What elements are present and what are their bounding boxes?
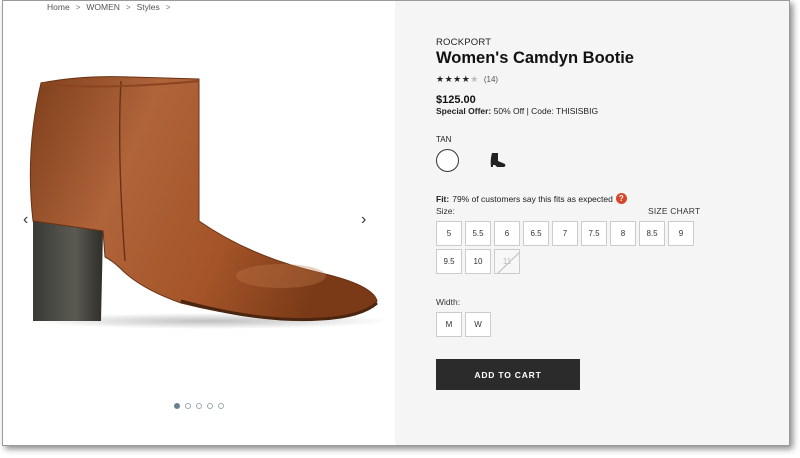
width-option-w[interactable]: W <box>465 312 491 337</box>
size-option-7[interactable]: 7 <box>552 221 578 246</box>
carousel-dot[interactable] <box>196 403 202 409</box>
size-chart-link[interactable]: SIZE CHART <box>648 206 700 216</box>
fit-info: Fit: 79% of customers say this fits as e… <box>436 193 627 204</box>
size-option-6-5[interactable]: 6.5 <box>523 221 549 246</box>
carousel-dot[interactable] <box>174 403 180 409</box>
width-option-m[interactable]: M <box>436 312 462 337</box>
help-icon[interactable]: ? <box>615 193 627 204</box>
add-to-cart-button[interactable]: ADD TO CART <box>436 359 580 390</box>
color-swatch-tan[interactable] <box>436 149 459 172</box>
carousel-dot[interactable] <box>207 403 213 409</box>
chevron-right-icon: > <box>165 2 171 12</box>
size-option-6[interactable]: 6 <box>494 221 520 246</box>
size-option-8[interactable]: 8 <box>610 221 636 246</box>
offer-label: Special Offer: <box>436 106 492 116</box>
breadcrumb-home[interactable]: Home <box>47 2 70 12</box>
product-image-boot <box>29 76 391 329</box>
boot-thumbnail-icon[interactable] <box>489 152 507 168</box>
size-options: 5 5.5 6 6.5 7 7.5 8 8.5 9 9.5 10 11 <box>436 221 694 274</box>
offer-text: 50% Off | Code: THISISBIG <box>493 106 599 116</box>
product-price: $125.00 <box>436 94 476 106</box>
carousel-dot[interactable] <box>185 403 191 409</box>
size-option-7-5[interactable]: 7.5 <box>581 221 607 246</box>
breadcrumb-women[interactable]: WOMEN <box>86 2 120 12</box>
rating-stars-icon: ★★★★★ <box>436 74 479 85</box>
width-options: M W <box>436 312 491 337</box>
fit-label: Fit: <box>436 193 450 204</box>
size-option-9[interactable]: 9 <box>668 221 694 246</box>
chevron-right-icon: > <box>75 2 81 12</box>
size-option-5[interactable]: 5 <box>436 221 462 246</box>
page-frame: Home > WOMEN > Styles > ‹ › ROCKPORT Wom… <box>2 0 790 446</box>
breadcrumb: Home > WOMEN > Styles > <box>47 2 170 12</box>
breadcrumb-styles[interactable]: Styles <box>137 2 160 12</box>
review-count[interactable]: (14) <box>484 75 498 84</box>
size-option-8-5[interactable]: 8.5 <box>639 221 665 246</box>
size-option-11-unavailable: 11 <box>494 249 520 274</box>
product-gallery: Home > WOMEN > Styles > ‹ › <box>3 1 395 445</box>
carousel-dot[interactable] <box>218 403 224 409</box>
special-offer: Special Offer: 50% Off | Code: THISISBIG <box>436 106 598 116</box>
fit-text: 79% of customers say this fits as expect… <box>452 193 613 204</box>
size-option-10[interactable]: 10 <box>465 249 491 274</box>
size-option-5-5[interactable]: 5.5 <box>465 221 491 246</box>
size-option-9-5[interactable]: 9.5 <box>436 249 462 274</box>
chevron-right-icon: > <box>125 2 131 12</box>
product-rating[interactable]: ★★★★★ (14) <box>436 74 498 85</box>
width-label: Width: <box>436 297 461 307</box>
color-label: TAN <box>436 135 452 144</box>
star-empty-icon: ★ <box>470 74 479 84</box>
size-label: Size: <box>436 206 455 216</box>
carousel-dots <box>174 403 224 409</box>
product-title: Women's Camdyn Bootie <box>436 49 634 67</box>
product-details-panel: ROCKPORT Women's Camdyn Bootie ★★★★★ (14… <box>395 1 789 445</box>
product-brand: ROCKPORT <box>436 37 492 48</box>
star-filled-icon: ★★★★ <box>436 74 471 84</box>
